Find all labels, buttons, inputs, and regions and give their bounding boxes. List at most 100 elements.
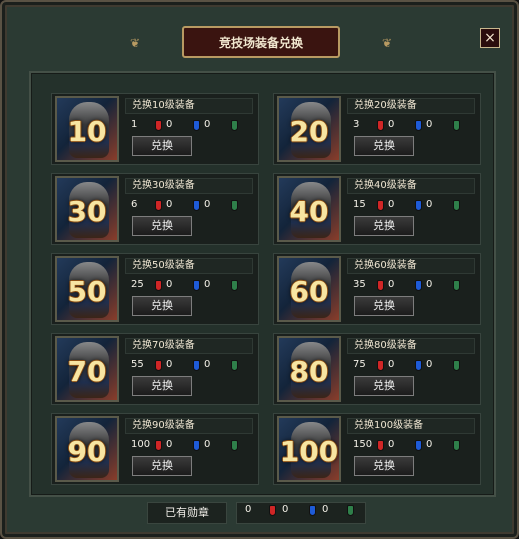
exchange-button[interactable]: 兑换 <box>132 296 192 316</box>
level-number: 10 <box>67 115 107 148</box>
cost-count: 35 <box>353 279 366 290</box>
blue-medal-count: 0 <box>426 199 433 210</box>
red-medal-count: 0 <box>388 359 395 370</box>
red-medal-icon <box>269 505 276 516</box>
title-bar: ❦ 竞技场装备兑换 ❦ <box>130 26 392 60</box>
level-80-equipment-icon: 80 <box>277 336 341 402</box>
blue-medal-count: 0 <box>426 279 433 290</box>
exchange-button[interactable]: 兑换 <box>354 136 414 156</box>
green-medal-icon <box>453 280 460 291</box>
exchange-card-70: 70 兑换70级装备 55 0 0 兑换 <box>51 333 259 405</box>
owned-medals-label: 已有勋章 <box>147 502 227 524</box>
level-number: 80 <box>289 355 329 388</box>
exchange-button[interactable]: 兑换 <box>354 456 414 476</box>
red-medal-count: 0 <box>166 279 173 290</box>
card-title: 兑换60级装备 <box>347 258 475 274</box>
level-40-equipment-icon: 40 <box>277 176 341 242</box>
level-10-equipment-icon: 10 <box>55 96 119 162</box>
level-number: 30 <box>67 195 107 228</box>
blue-medal-count: 0 <box>204 279 211 290</box>
red-medal-count: 0 <box>388 279 395 290</box>
green-medal-icon <box>231 200 238 211</box>
level-number: 60 <box>289 275 329 308</box>
exchange-card-10: 10 兑换10级装备 1 0 0 兑换 <box>51 93 259 165</box>
blue-medal-count: 0 <box>426 439 433 450</box>
level-60-equipment-icon: 60 <box>277 256 341 322</box>
exchange-button[interactable]: 兑换 <box>132 376 192 396</box>
exchange-card-30: 30 兑换30级装备 6 0 0 兑换 <box>51 173 259 245</box>
window-title: 竞技场装备兑换 <box>182 26 340 58</box>
green-medal-icon <box>231 440 238 451</box>
level-90-equipment-icon: 90 <box>55 416 119 482</box>
red-medal-icon <box>377 120 384 131</box>
card-title: 兑换40级装备 <box>347 178 475 194</box>
cost-count: 3 <box>353 119 360 130</box>
exchange-button[interactable]: 兑换 <box>132 216 192 236</box>
cost-count: 25 <box>131 279 144 290</box>
card-title: 兑换30级装备 <box>125 178 253 194</box>
cost-row: 55 0 0 <box>125 358 253 372</box>
red-medal-count: 0 <box>166 439 173 450</box>
exchange-card-40: 40 兑换40级装备 15 0 0 兑换 <box>273 173 481 245</box>
green-medal-icon <box>347 505 354 516</box>
level-number: 100 <box>279 435 339 468</box>
level-20-equipment-icon: 20 <box>277 96 341 162</box>
level-number: 70 <box>67 355 107 388</box>
blue-medal-icon <box>309 505 316 516</box>
blue-medal-icon <box>415 200 422 211</box>
blue-medal-icon <box>415 120 422 131</box>
exchange-card-90: 90 兑换90级装备 100 0 0 兑换 <box>51 413 259 485</box>
level-number: 50 <box>67 275 107 308</box>
red-medal-count: 0 <box>388 199 395 210</box>
red-medal-icon <box>155 200 162 211</box>
red-medal-count: 0 <box>166 119 173 130</box>
green-medal-icon <box>453 360 460 371</box>
cost-count: 1 <box>131 119 138 130</box>
red-medal-icon <box>377 360 384 371</box>
green-medal-icon <box>231 360 238 371</box>
exchange-button[interactable]: 兑换 <box>354 216 414 236</box>
red-medal-icon <box>377 200 384 211</box>
cost-row: 35 0 0 <box>347 278 475 292</box>
exchange-card-100: 100 兑换100级装备 150 0 0 兑换 <box>273 413 481 485</box>
exchange-button[interactable]: 兑换 <box>354 376 414 396</box>
exchange-card-20: 20 兑换20级装备 3 0 0 兑换 <box>273 93 481 165</box>
level-100-equipment-icon: 100 <box>277 416 341 482</box>
owned-count: 0 <box>245 504 252 515</box>
cost-count: 15 <box>353 199 366 210</box>
exchange-window: ❦ 竞技场装备兑换 ❦ × 10 兑换10级装备 1 0 0 兑换 20 兑换2… <box>0 0 519 539</box>
owned-medals-box: 0 0 0 <box>236 502 366 524</box>
card-title: 兑换100级装备 <box>347 418 475 434</box>
card-title: 兑换50级装备 <box>125 258 253 274</box>
blue-medal-icon <box>193 440 200 451</box>
exchange-button[interactable]: 兑换 <box>132 456 192 476</box>
green-medal-icon <box>453 200 460 211</box>
red-medal-icon <box>377 440 384 451</box>
cost-row: 100 0 0 <box>125 438 253 452</box>
red-medal-icon <box>377 280 384 291</box>
level-70-equipment-icon: 70 <box>55 336 119 402</box>
exchange-card-60: 60 兑换60级装备 35 0 0 兑换 <box>273 253 481 325</box>
red-medal-count: 0 <box>388 439 395 450</box>
red-medal-icon <box>155 280 162 291</box>
cost-row: 1 0 0 <box>125 118 253 132</box>
blue-medal-count: 0 <box>204 199 211 210</box>
exchange-button[interactable]: 兑换 <box>354 296 414 316</box>
blue-medal-icon <box>193 200 200 211</box>
blue-medal-count: 0 <box>204 439 211 450</box>
exchange-button[interactable]: 兑换 <box>132 136 192 156</box>
card-title: 兑换10级装备 <box>125 98 253 114</box>
close-button[interactable]: × <box>480 28 500 48</box>
owned-blue-count: 0 <box>322 504 329 515</box>
red-medal-count: 0 <box>388 119 395 130</box>
cost-count: 55 <box>131 359 144 370</box>
level-50-equipment-icon: 50 <box>55 256 119 322</box>
blue-medal-count: 0 <box>204 119 211 130</box>
title-ornament-right: ❦ <box>381 36 392 50</box>
level-number: 20 <box>289 115 329 148</box>
cost-row: 25 0 0 <box>125 278 253 292</box>
cost-count: 75 <box>353 359 366 370</box>
cost-row: 15 0 0 <box>347 198 475 212</box>
exchange-card-80: 80 兑换80级装备 75 0 0 兑换 <box>273 333 481 405</box>
title-ornament-left: ❦ <box>130 36 141 50</box>
